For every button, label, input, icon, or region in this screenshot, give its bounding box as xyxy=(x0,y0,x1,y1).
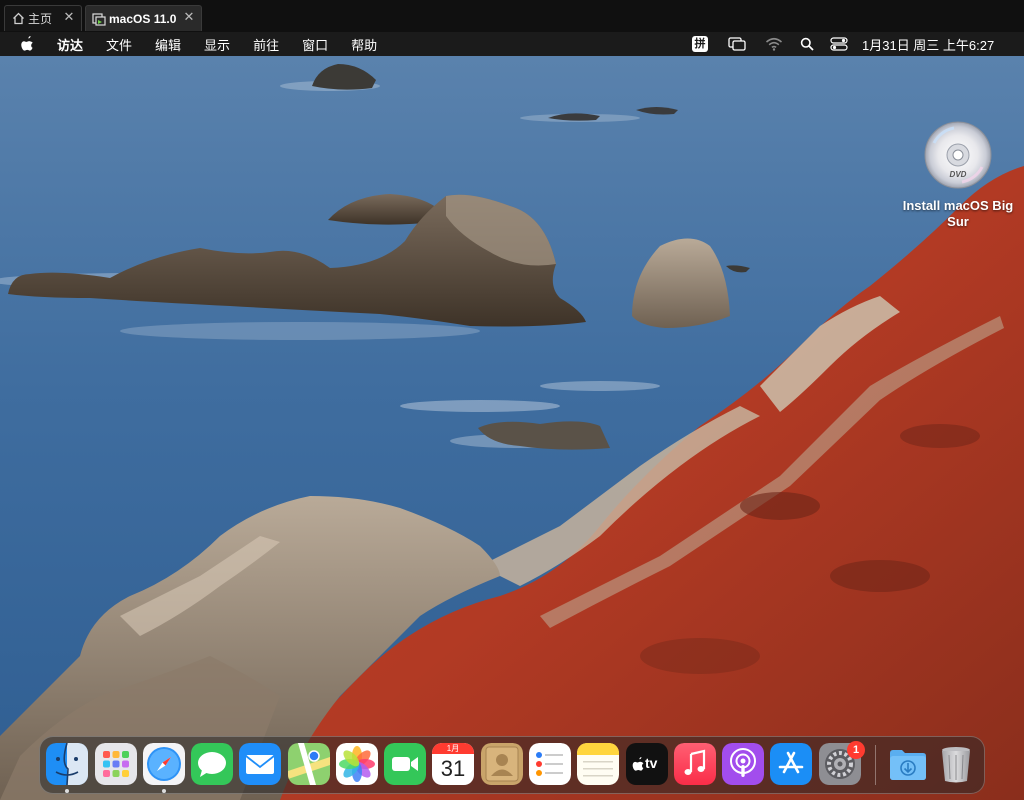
finder-icon[interactable] xyxy=(46,743,88,785)
tab-vm-label: macOS 11.0 xyxy=(109,11,177,26)
safari-icon[interactable] xyxy=(143,743,185,785)
close-tab-home-icon[interactable]: ✕ xyxy=(63,10,75,23)
calendar-day: 31 xyxy=(440,756,466,781)
app-store-icon[interactable] xyxy=(770,743,812,785)
control-center-icon[interactable] xyxy=(829,32,849,56)
apple-menu-icon[interactable] xyxy=(21,35,35,52)
photos-icon[interactable] xyxy=(336,743,378,785)
calendar-icon[interactable]: 1月 31 xyxy=(432,743,474,785)
menu-file[interactable]: 文件 xyxy=(106,35,132,54)
music-icon[interactable] xyxy=(674,743,716,785)
spotlight-search-icon[interactable] xyxy=(798,32,816,56)
apple-tv-label: tv xyxy=(645,755,658,771)
tab-home[interactable]: 主页 ✕ xyxy=(4,5,82,31)
menu-view[interactable]: 显示 xyxy=(204,35,230,54)
vm-tab-bar: 主页 ✕ macOS 11.0 ✕ xyxy=(0,0,1024,32)
input-method-button[interactable]: 拼 xyxy=(691,32,709,56)
menu-window[interactable]: 窗口 xyxy=(302,35,328,54)
vm-icon xyxy=(92,12,106,26)
screen-mirroring-icon[interactable] xyxy=(727,32,747,56)
apple-tv-icon[interactable]: tv xyxy=(626,743,668,785)
facetime-icon[interactable] xyxy=(384,743,426,785)
mail-icon[interactable] xyxy=(239,743,281,785)
wifi-icon[interactable] xyxy=(764,32,784,56)
tab-macos-vm[interactable]: macOS 11.0 ✕ xyxy=(85,5,202,31)
menu-finder[interactable]: 访达 xyxy=(57,35,83,54)
dock-separator xyxy=(875,745,876,785)
reminders-icon[interactable] xyxy=(529,743,571,785)
input-method-indicator: 拼 xyxy=(692,36,708,52)
finder-running-indicator xyxy=(65,789,69,793)
install-macos-desktop-item[interactable]: DVD Install macOS Big Sur xyxy=(898,121,1018,230)
maps-icon[interactable] xyxy=(288,743,330,785)
podcasts-icon[interactable] xyxy=(722,743,764,785)
downloads-folder-icon[interactable] xyxy=(887,743,929,785)
close-tab-vm-icon[interactable]: ✕ xyxy=(183,10,195,23)
desktop[interactable]: DVD Install macOS Big Sur 1月 31 tv 1 xyxy=(0,56,1024,800)
safari-running-indicator xyxy=(162,789,166,793)
messages-icon[interactable] xyxy=(191,743,233,785)
contacts-icon[interactable] xyxy=(481,743,523,785)
dvd-disc-icon: DVD xyxy=(924,121,992,189)
menu-help[interactable]: 帮助 xyxy=(351,35,377,54)
menu-go[interactable]: 前往 xyxy=(253,35,279,54)
menu-list: 访达 文件 编辑 显示 前往 窗口 帮助 xyxy=(57,32,400,56)
notes-icon[interactable] xyxy=(577,743,619,785)
install-macos-label: Install macOS Big Sur xyxy=(902,198,1014,229)
calendar-month: 1月 xyxy=(432,743,474,754)
wallpaper-image xyxy=(0,56,1024,800)
menu-edit[interactable]: 编辑 xyxy=(155,35,181,54)
launchpad-icon[interactable] xyxy=(95,743,137,785)
tab-home-label: 主页 xyxy=(28,12,53,26)
notification-badge: 1 xyxy=(847,741,865,759)
menu-bar: 访达 文件 编辑 显示 前往 窗口 帮助 拼 1月31日 周三 上午6:27 xyxy=(0,32,1024,56)
dock: 1月 31 tv 1 xyxy=(39,736,985,794)
dvd-logo-text: DVD xyxy=(950,170,967,179)
clock[interactable]: 1月31日 周三 上午6:27 xyxy=(862,32,1008,56)
home-icon xyxy=(11,12,25,26)
trash-icon[interactable] xyxy=(935,743,977,785)
